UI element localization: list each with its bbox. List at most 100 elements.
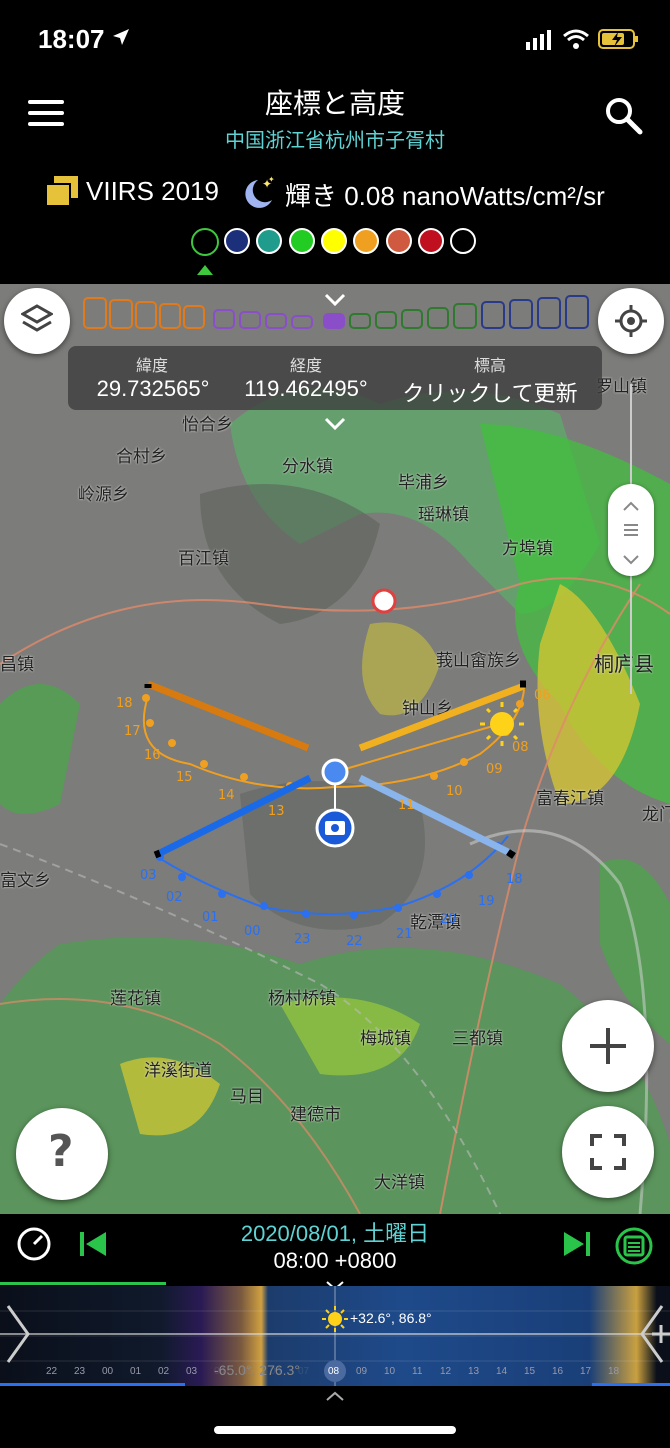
layers-icon [19, 304, 55, 342]
chevron-down-icon[interactable] [324, 416, 346, 435]
moon-hour-label: 00 [244, 924, 261, 939]
hour-tick: 04 [214, 1366, 226, 1377]
hour-tick: 16 [552, 1366, 564, 1377]
locate-button[interactable] [598, 288, 664, 354]
color-scale-swatch[interactable] [321, 228, 347, 254]
map-label: 方埠镇 [502, 539, 553, 559]
chevron-up-icon[interactable] [326, 1386, 344, 1405]
sun-hour-label: 10 [446, 784, 463, 799]
hour-tick: 12 [440, 1366, 452, 1377]
chevron-down-icon[interactable] [324, 292, 346, 311]
moon-hour-label: 23 [294, 932, 311, 947]
hour-tick: 03 [186, 1366, 198, 1377]
timeline-right-handle-icon[interactable] [638, 1304, 670, 1368]
brightness-readout: 輝き 0.08 nanoWatts/cm²/sr [285, 181, 605, 211]
hour-tick: 05 [242, 1366, 254, 1377]
sun-hour-label: 13 [268, 804, 285, 819]
moon-hour-label: 21 [396, 927, 413, 942]
hour-tick: 06 [270, 1366, 282, 1377]
map-label: 建德市 [290, 1105, 341, 1125]
crosshair-icon [615, 305, 647, 341]
color-scale-swatch[interactable] [289, 228, 315, 254]
moon-position-readout: -65.0°, 276.3° [214, 1362, 300, 1378]
hour-tick: 10 [384, 1366, 396, 1377]
status-time: 18:07 [38, 24, 105, 54]
chevron-up-icon [623, 496, 639, 515]
plus-icon [590, 1028, 626, 1068]
map-label: 马目 [230, 1087, 264, 1107]
hour-tick: 02 [158, 1366, 170, 1377]
timeline-left-handle-icon[interactable] [4, 1304, 32, 1368]
map-label: 洋溪街道 [144, 1061, 212, 1081]
hour-tick: 07 [298, 1366, 310, 1377]
sun-hour-label: 06 [534, 688, 551, 703]
hour-tick: 18 [608, 1366, 620, 1377]
battery-icon [598, 28, 640, 54]
cellular-signal-icon [526, 30, 552, 54]
coordinate-panel[interactable]: 緯度 経度 標高 29.732565° 119.462495° クリックして更新 [68, 346, 602, 410]
map-label: 合村乡 [116, 447, 167, 467]
moon-hour-label: 19 [478, 894, 495, 909]
timeline-progress [0, 1282, 166, 1285]
skip-forward-icon[interactable] [564, 1232, 590, 1260]
hour-tick: 11 [412, 1366, 423, 1377]
altitude-update-link[interactable]: クリックして更新 [390, 376, 590, 408]
help-button[interactable]: ? [16, 1108, 108, 1200]
color-scale-swatch[interactable] [418, 228, 444, 254]
longitude-value: 119.462495° [244, 376, 368, 401]
color-scale-swatch[interactable] [450, 228, 476, 254]
color-scale-swatch[interactable] [256, 228, 282, 254]
hour-tick: 01 [130, 1366, 142, 1377]
hour-tick: 22 [46, 1366, 58, 1377]
location-arrow-icon [112, 28, 130, 50]
sun-position-readout: +32.6°, 86.8° [350, 1310, 432, 1326]
map-label: 瑶琳镇 [418, 505, 469, 525]
moon-hour-label: 20 [440, 912, 457, 927]
layers-button[interactable] [4, 288, 70, 354]
map-label: 罗山镇 [596, 377, 647, 397]
sun-hour-label: 16 [144, 748, 161, 763]
longitude-label: 経度 [289, 356, 322, 375]
sun-moon-path-overlay [142, 680, 526, 919]
moon-hour-label: 03 [140, 868, 157, 883]
color-scale-swatch[interactable] [353, 228, 379, 254]
scroll-handle[interactable] [608, 484, 654, 576]
layer-label[interactable]: VIIRS 2019 [86, 176, 219, 207]
sun-hour-label: 17 [124, 724, 141, 739]
map-label: 毕浦乡 [398, 473, 449, 493]
moon-hour-label: 18 [506, 872, 523, 887]
color-scale-swatch[interactable] [224, 228, 250, 254]
sun-hour-label: 08 [512, 740, 529, 755]
sun-hour-label: 18 [116, 696, 133, 711]
moon-hour-label: 22 [346, 934, 363, 949]
latitude-value: 29.732565° [96, 376, 210, 401]
fullscreen-icon [590, 1134, 626, 1174]
sun-hour-label: 14 [218, 788, 235, 803]
target-point-marker[interactable] [371, 588, 397, 618]
status-bar: 18:07 [0, 0, 670, 80]
selected-pointer-icon [197, 260, 213, 279]
map-label: 分水镇 [282, 457, 333, 477]
hour-tick: 14 [496, 1366, 508, 1377]
fullscreen-button[interactable] [562, 1106, 654, 1198]
color-scale[interactable] [0, 220, 670, 275]
zoom-in-button[interactable] [562, 1000, 654, 1092]
chevron-down-icon [623, 550, 639, 569]
color-scale-swatch[interactable] [191, 228, 219, 256]
sun-hour-label: 11 [398, 798, 415, 813]
drag-lines-icon [624, 522, 638, 541]
sun-hour-label: 15 [176, 770, 193, 785]
moon-hour-label: 01 [202, 910, 219, 925]
calendar-icon[interactable] [614, 1226, 654, 1270]
latitude-label: 緯度 [135, 356, 168, 375]
moon-hour-label: 02 [166, 890, 183, 905]
hour-tick: 23 [74, 1366, 86, 1377]
map-label: 大洋镇 [374, 1173, 425, 1193]
search-icon[interactable] [604, 96, 644, 140]
hour-tick: 00 [102, 1366, 114, 1377]
moon-stars-icon: ✦ ✦ [240, 174, 278, 214]
sun-hour-label: 09 [486, 762, 503, 777]
layers-stack-icon[interactable] [44, 176, 80, 212]
location-subtitle[interactable]: 中国浙江省杭州市子胥村 [0, 124, 670, 153]
color-scale-swatch[interactable] [386, 228, 412, 254]
